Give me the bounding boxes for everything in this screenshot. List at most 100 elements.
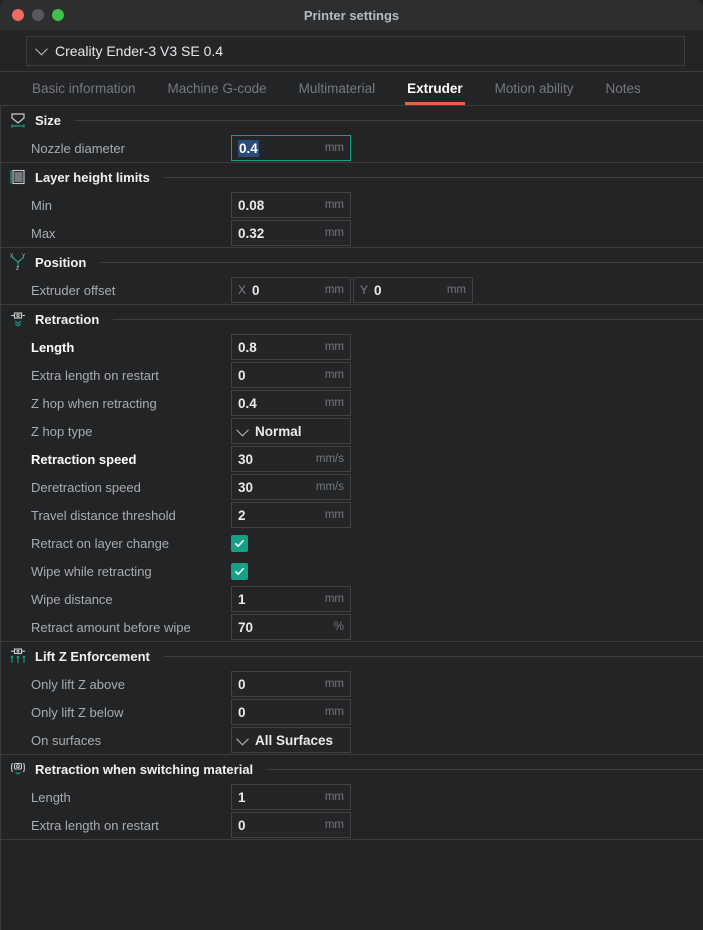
maximize-window-button[interactable] [52, 9, 64, 21]
field-label: Wipe distance [31, 591, 113, 607]
input-value: 0 [374, 282, 382, 298]
window-title: Printer settings [303, 7, 400, 23]
window-controls [12, 9, 64, 21]
svg-text:Y: Y [22, 254, 26, 260]
field-label: Retraction speed [31, 451, 137, 467]
group-title: Retraction [35, 311, 100, 327]
input-length[interactable]: 0.8 mm [231, 334, 351, 360]
material-switch-icon [9, 760, 27, 778]
group-rule [113, 318, 703, 320]
group-title: Retraction when switching material [35, 761, 254, 777]
section-divider [1, 839, 703, 840]
field-row-wipe-while-retracting: Wipe while retracting [1, 557, 703, 585]
input-max[interactable]: 0.32 mm [231, 220, 351, 246]
input-deretraction-speed[interactable]: 30 mm/s [231, 474, 351, 500]
input-length[interactable]: 1 mm [231, 784, 351, 810]
printer-selector-row: Creality Ender-3 V3 SE 0.4 [0, 30, 703, 72]
tab-motion-ability[interactable]: Motion ability [479, 81, 590, 105]
field-row-length: Length 0.8 mm [1, 333, 703, 361]
input-unit: mm [324, 678, 344, 690]
input-unit: mm [324, 397, 344, 409]
field-label: Retract on layer change [31, 535, 170, 551]
group-header-layer-height-limits: Layer height limits [1, 163, 703, 191]
input-unit: mm [324, 369, 344, 381]
input-value: Normal [255, 423, 302, 439]
input-extruder-offset-y[interactable]: Y 0 mm [353, 277, 473, 303]
field-label: Z hop type [31, 423, 93, 439]
group-title: Layer height limits [35, 169, 150, 185]
input-only-lift-z-above[interactable]: 0 mm [231, 671, 351, 697]
input-min[interactable]: 0.08 mm [231, 192, 351, 218]
tab-basic-information[interactable]: Basic information [16, 81, 152, 105]
field-row-travel-distance-threshold: Travel distance threshold 2 mm [1, 501, 703, 529]
field-row-min: Min 0.08 mm [1, 191, 703, 219]
input-unit: mm [324, 706, 344, 718]
input-retraction-speed[interactable]: 30 mm/s [231, 446, 351, 472]
input-unit: mm [324, 819, 344, 831]
input-only-lift-z-below[interactable]: 0 mm [231, 699, 351, 725]
input-retract-amount-before-wipe[interactable]: 70% [231, 614, 351, 640]
input-value: 1 [238, 591, 246, 607]
input-nozzle-diameter[interactable]: 0.4 mm [231, 135, 351, 161]
checkbox-retract-on-layer-change[interactable] [231, 534, 248, 552]
input-value: 1 [238, 789, 246, 805]
xyz-axes-icon: XYZ [9, 253, 27, 272]
field-row-z-hop-type: Z hop type Normal [1, 417, 703, 445]
layer-lines-icon [9, 168, 27, 186]
group-rule [75, 119, 703, 121]
group-rule [267, 768, 703, 770]
field-label: Z hop when retracting [31, 395, 157, 411]
input-unit: mm [324, 791, 344, 803]
input-extra-length-on-restart[interactable]: 0 mm [231, 362, 351, 388]
input-value: 0 [238, 367, 246, 383]
group-title: Size [35, 112, 62, 128]
nozzle-size-icon [9, 111, 27, 129]
input-unit: mm [324, 227, 344, 239]
input-extruder-offset-x[interactable]: X 0 mm [231, 277, 351, 303]
field-label: Wipe while retracting [31, 563, 152, 579]
input-value: 0 [238, 704, 246, 720]
input-unit: mm [324, 509, 344, 521]
input-value: 0.8 [238, 339, 257, 355]
input-value: 30 [238, 451, 254, 467]
group-header-retraction: Retraction [1, 305, 703, 333]
dropdown-on-surfaces[interactable]: All Surfaces [231, 727, 351, 753]
field-row-on-surfaces: On surfaces All Surfaces [1, 726, 703, 754]
field-row-extra-length-on-restart: Extra length on restart 0 mm [1, 361, 703, 389]
group-rule [163, 176, 703, 178]
field-label: Min [31, 197, 52, 213]
input-extra-length-on-restart[interactable]: 0 mm [231, 812, 351, 838]
group-header-lift-z-enforcement: Lift Z Enforcement [1, 642, 703, 670]
close-window-button[interactable] [12, 9, 24, 21]
retraction-icon [9, 310, 27, 328]
field-label: Extruder offset [31, 282, 116, 298]
input-unit: mm [324, 199, 344, 211]
input-unit: mm [324, 142, 344, 154]
input-unit: mm/s [315, 481, 344, 493]
tab-notes[interactable]: Notes [589, 81, 656, 105]
input-travel-distance-threshold[interactable]: 2 mm [231, 502, 351, 528]
input-z-hop-when-retracting[interactable]: 0.4 mm [231, 390, 351, 416]
tab-extruder[interactable]: Extruder [391, 81, 479, 105]
group-header-position: X Y Z Position [1, 248, 703, 276]
field-row-retract-amount-before-wipe: Retract amount before wipe 70% [1, 613, 703, 641]
input-value: 0 [238, 676, 246, 692]
tab-multimaterial[interactable]: Multimaterial [283, 81, 392, 105]
field-label: Extra length on restart [31, 817, 159, 833]
dropdown-z-hop-type[interactable]: Normal [231, 418, 351, 444]
tab-machine-g-code[interactable]: Machine G-code [152, 81, 283, 105]
minimize-window-button[interactable] [32, 9, 44, 21]
printer-preset-dropdown[interactable]: Creality Ender-3 V3 SE 0.4 [26, 35, 685, 66]
input-wipe-distance[interactable]: 1 mm [231, 586, 351, 612]
field-label: Deretraction speed [31, 479, 141, 495]
input-unit: mm [446, 284, 466, 296]
checkbox-wipe-while-retracting[interactable] [231, 562, 248, 580]
chevron-down-icon [35, 42, 48, 56]
axis-prefix-x: X [238, 283, 247, 297]
field-label: Retract amount before wipe [31, 619, 191, 635]
field-row-only-lift-z-below: Only lift Z below 0 mm [1, 698, 703, 726]
settings-tab-bar: Basic information Machine G-code Multimate… [0, 72, 703, 106]
group-rule [100, 261, 703, 263]
title-bar: Printer settings [0, 0, 703, 30]
field-label: Length [31, 789, 71, 805]
